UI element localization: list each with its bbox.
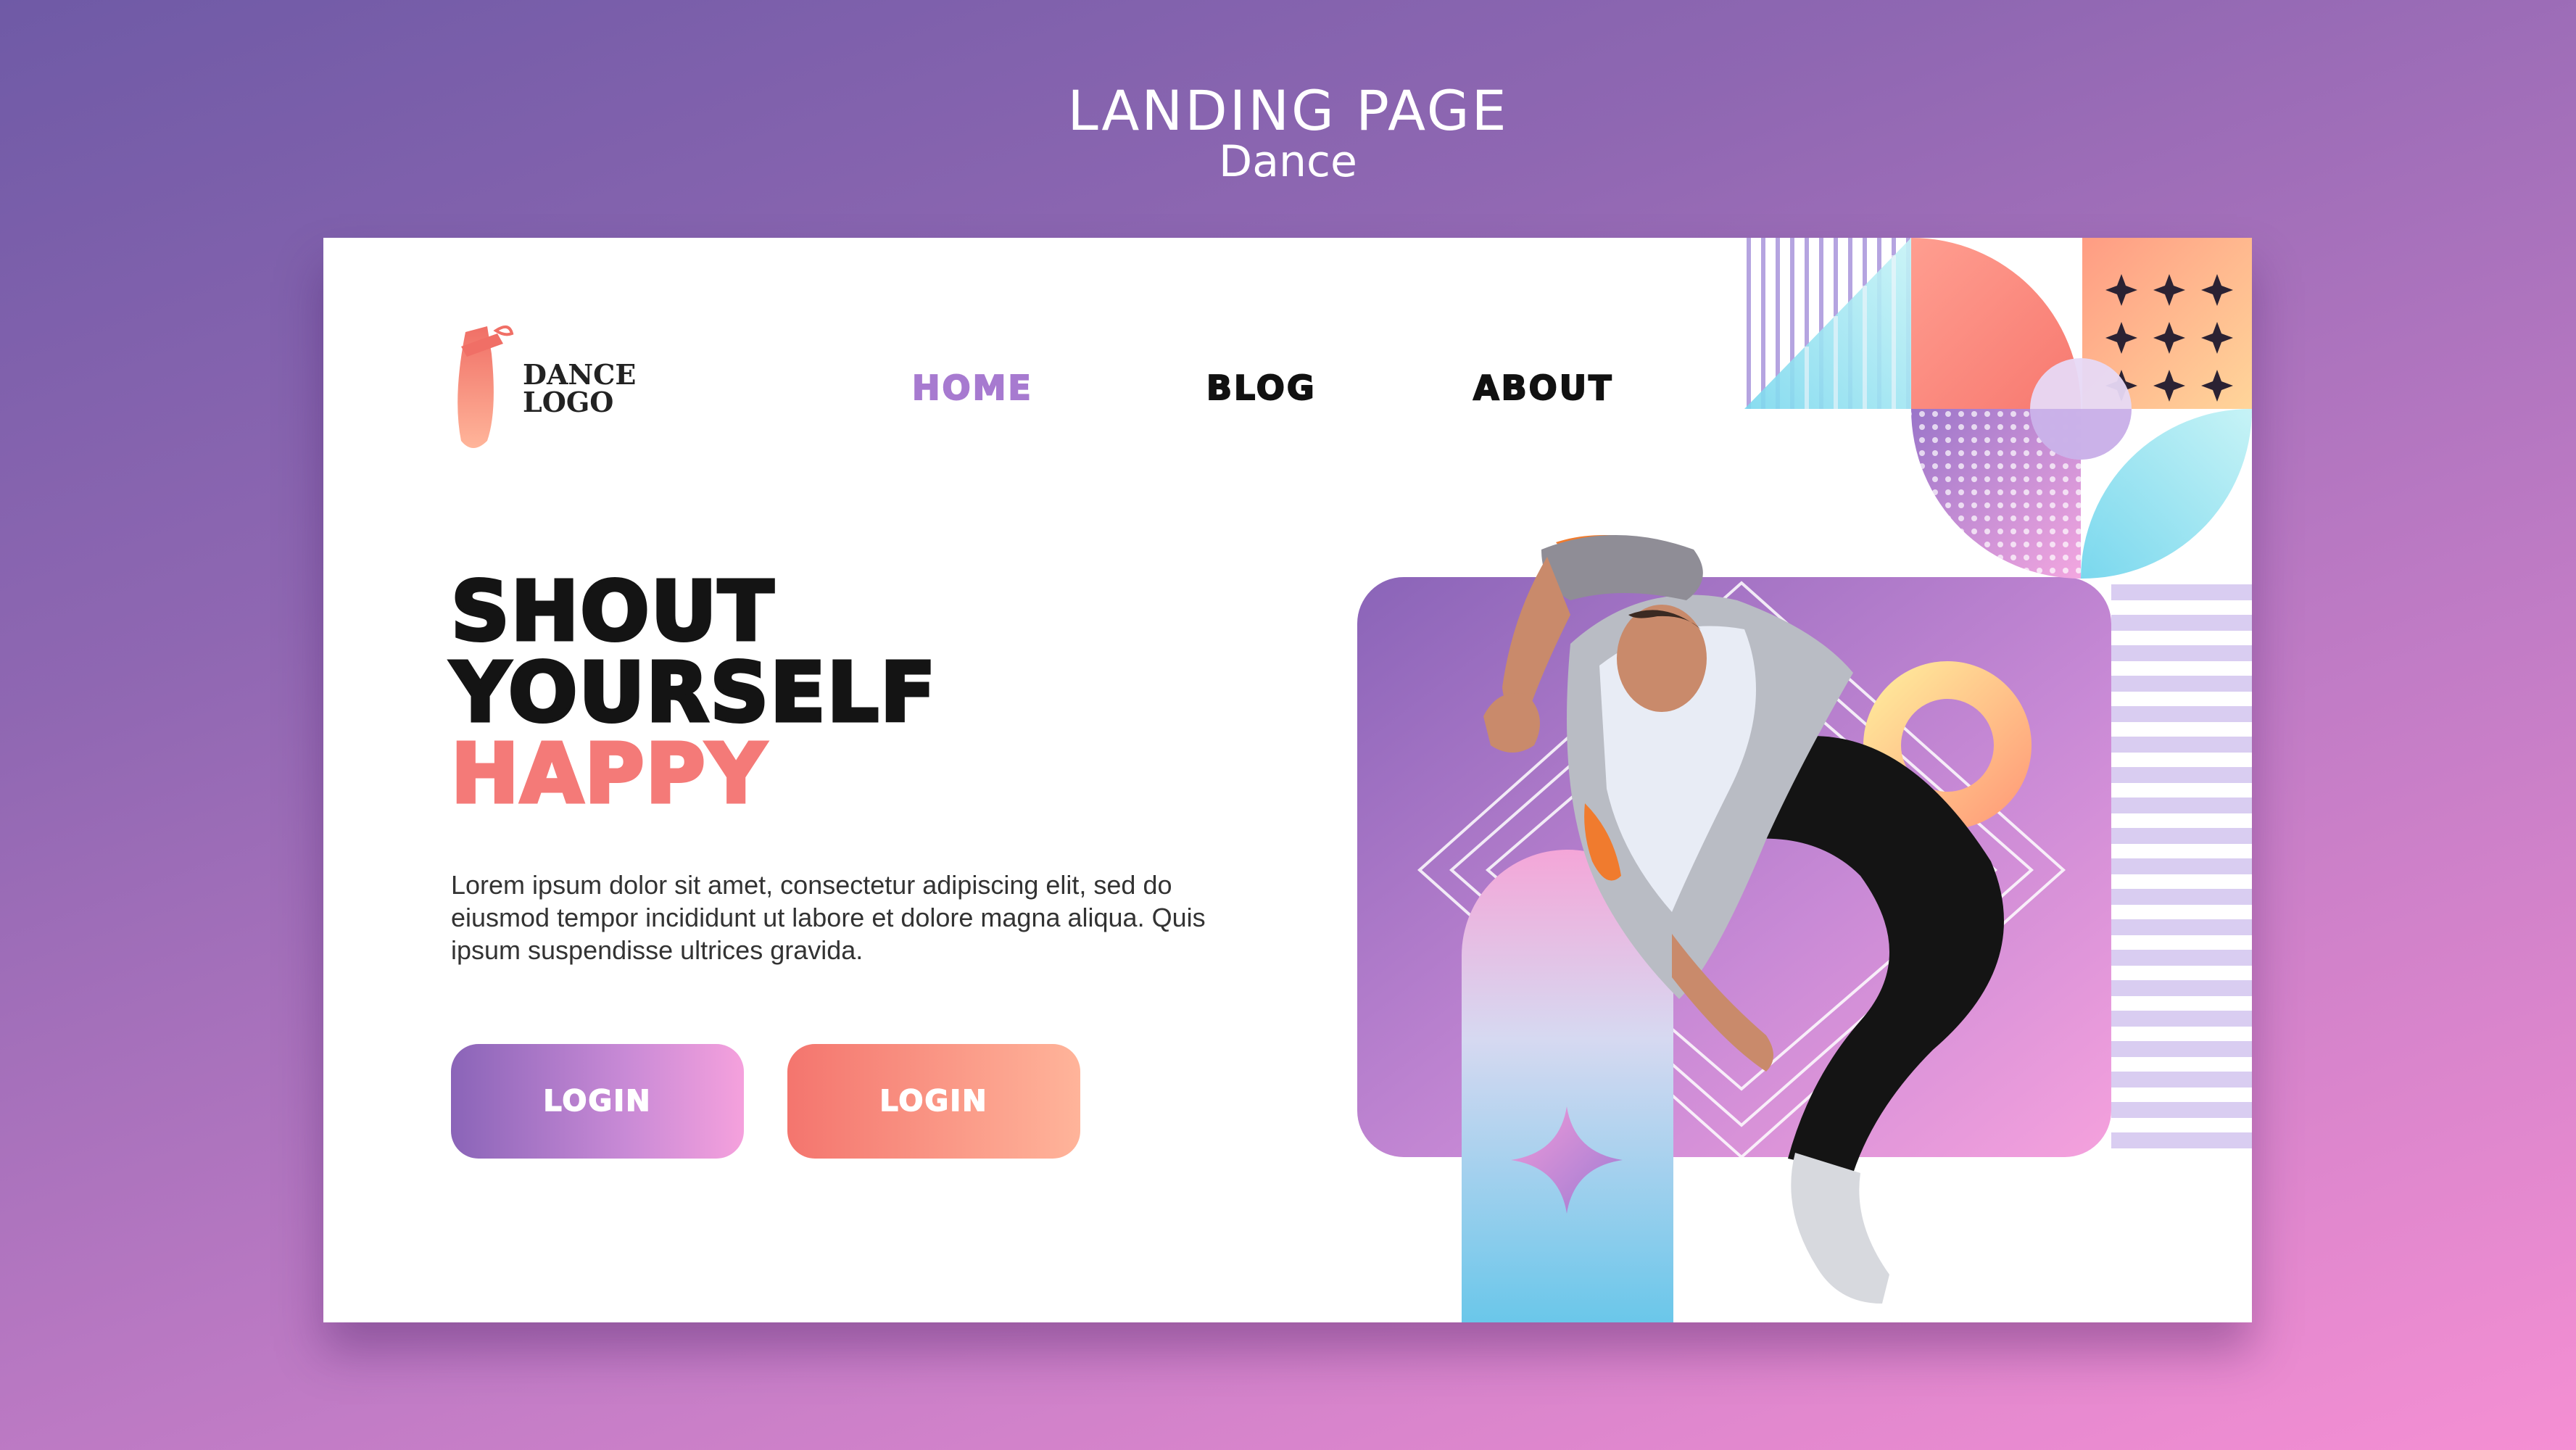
login-button-secondary[interactable]: LOGIN xyxy=(787,1044,1080,1159)
logo-line-1: DANCE xyxy=(523,358,637,391)
nav-blog[interactable]: BLOG xyxy=(1206,368,1317,408)
login-button-primary[interactable]: LOGIN xyxy=(451,1044,744,1159)
logo-text[interactable]: DANCE LOGO xyxy=(523,361,636,416)
headline-line-2: YOURSELF xyxy=(450,646,938,740)
dancer-figure xyxy=(1483,535,2004,1304)
logo-line-2: LOGO xyxy=(523,386,614,418)
hero-body-text: Lorem ipsum dolor sit amet, consectetur … xyxy=(451,870,1206,965)
nav-home[interactable]: HOME xyxy=(911,368,1033,408)
headline-line-3: HAPPY xyxy=(450,727,768,821)
landing-card: DANCE LOGO HOME BLOG ABOUT SHOUT YOURSEL… xyxy=(323,238,2252,1322)
page-subtitle: Dance xyxy=(1219,136,1357,187)
headline-line-1: SHOUT xyxy=(450,565,776,659)
ballet-shoe-icon xyxy=(457,325,514,448)
nav-about[interactable]: ABOUT xyxy=(1473,368,1614,408)
page-title: LANDING PAGE xyxy=(1067,78,1509,143)
